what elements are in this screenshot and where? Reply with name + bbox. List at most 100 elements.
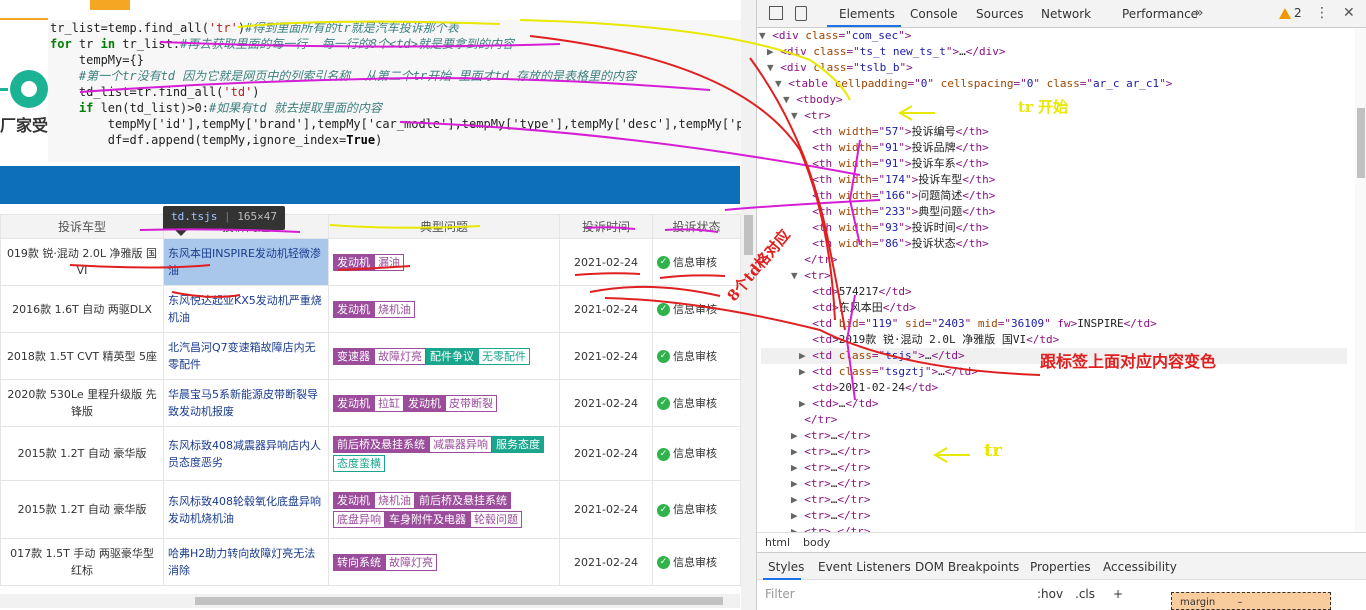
dom-node[interactable]: <td bid="119" sid="2403" mid="36109" fw>… — [799, 316, 1156, 332]
crumb-html[interactable]: html — [765, 536, 790, 549]
dom-node[interactable]: <td>574217</td> — [799, 284, 911, 300]
tab-dom-breakpoints[interactable]: DOM Breakpoints — [915, 560, 1019, 574]
problem-tag[interactable]: 减震器异响 — [429, 435, 492, 453]
dom-node[interactable]: ▼ <table cellpadding="0" cellspacing="0"… — [775, 76, 1172, 92]
dom-node[interactable]: ▼ <tr> — [791, 268, 831, 284]
problem-tag[interactable]: 故障灯亮 — [385, 553, 437, 571]
summary-link[interactable]: 东风本田INSPIRE发动机轻微渗油 — [168, 247, 321, 277]
summary-link[interactable]: 东风悦达起亚KX5发动机严重烧机油 — [168, 294, 322, 324]
problem-tag[interactable]: 转向系统 — [333, 553, 385, 571]
dom-node[interactable]: <th width="233">典型问题</th> — [799, 204, 995, 220]
dom-node[interactable]: <td>东风本田</td> — [799, 300, 916, 316]
tab-console[interactable]: Console — [910, 7, 958, 21]
collapsed-arrow-icon[interactable]: ▶ — [791, 461, 804, 474]
table-row[interactable]: 2018款 1.5T CVT 精英型 5座 北汽昌河Q7变速箱故障店内无零配件 变速… — [0, 332, 741, 380]
problem-tag[interactable]: 发动机 — [333, 300, 374, 318]
collapsed-arrow-icon[interactable]: ▶ — [791, 525, 804, 532]
summary-link[interactable]: 哈弗H2助力转向故障灯亮无法消除 — [168, 547, 315, 577]
inspect-icon[interactable] — [769, 6, 783, 20]
problem-tag[interactable]: 烧机油 — [374, 491, 415, 509]
problem-tag[interactable]: 轮毂问题 — [470, 510, 522, 528]
problem-tag[interactable]: 发动机 — [404, 394, 445, 412]
collapsed-arrow-icon[interactable]: ▶ — [791, 429, 804, 442]
settings-icon[interactable]: ⋮ — [1315, 5, 1329, 21]
collapsed-arrow-icon[interactable]: ▶ — [799, 349, 812, 362]
dom-node[interactable]: ▼ <div class="com_sec"> — [759, 28, 911, 44]
problem-tag[interactable]: 前后桥及悬挂系统 — [333, 435, 429, 453]
table-row[interactable]: 2020款 530Le 里程升级版 先锋版 华晨宝马5系新能源皮带断裂导致发动机报… — [0, 379, 741, 427]
problem-tag[interactable]: 发动机 — [333, 491, 374, 509]
tab-accessibility[interactable]: Accessibility — [1103, 560, 1177, 574]
expanded-arrow-icon[interactable]: ▼ — [783, 93, 796, 106]
problem-tag[interactable]: 拉缸 — [374, 394, 404, 412]
warnings-badge[interactable]: 2 — [1279, 6, 1302, 20]
table-row[interactable]: 017款 1.5T 手动 两驱豪华型 红标 哈弗H2助力转向故障灯亮无法消除 转向系… — [0, 538, 741, 586]
dom-node[interactable]: <th width="91">投诉品牌</th> — [799, 140, 989, 156]
more-tabs-icon[interactable]: » — [1195, 5, 1204, 21]
problem-tag[interactable]: 配件争议 — [426, 347, 478, 365]
scroll-thumb[interactable] — [195, 597, 723, 605]
problem-tag[interactable]: 漏油 — [374, 253, 404, 271]
vertical-scrollbar[interactable] — [741, 0, 756, 610]
hov-button[interactable]: :hov — [1037, 587, 1063, 601]
dom-node[interactable]: ▶ <tr>…</tr> — [791, 476, 871, 492]
dom-node[interactable]: <th width="93">投诉时间</th> — [799, 220, 989, 236]
dom-node[interactable]: ▶ <tr>…</tr> — [791, 444, 871, 460]
scroll-thumb[interactable] — [744, 215, 753, 255]
problem-tag[interactable]: 车身附件及电器 — [385, 510, 470, 528]
dom-node[interactable]: ▶ <tr>…</tr> — [791, 492, 871, 508]
expanded-arrow-icon[interactable]: ▼ — [767, 61, 780, 74]
summary-link[interactable]: 华晨宝马5系新能源皮带断裂导致发动机报废 — [168, 388, 318, 418]
tab-properties[interactable]: Properties — [1030, 560, 1091, 574]
table-row[interactable]: 2015款 1.2T 自动 豪华版 东风标致408减震器异响店内人员态度恶劣 前后桥… — [0, 426, 741, 481]
problem-tag[interactable]: 故障灯亮 — [374, 347, 426, 365]
tab-network[interactable]: Network — [1041, 7, 1091, 21]
problem-tag[interactable]: 烧机油 — [374, 300, 415, 318]
problem-tag[interactable]: 变速器 — [333, 347, 374, 365]
collapsed-arrow-icon[interactable]: ▶ — [791, 445, 804, 458]
summary-link[interactable]: 东风标致408减震器异响店内人员态度恶劣 — [168, 439, 321, 469]
dom-node[interactable]: <th width="86">投诉状态</th> — [799, 236, 989, 252]
collapsed-arrow-icon[interactable]: ▶ — [799, 397, 812, 410]
dom-node[interactable]: ▼ <tr> — [791, 108, 831, 124]
expanded-arrow-icon[interactable]: ▼ — [775, 77, 788, 90]
summary-link[interactable]: 东风标致408轮毂氧化底盘异响发动机烧机油 — [168, 495, 321, 525]
tab-performance[interactable]: Performance — [1122, 7, 1198, 21]
dom-node[interactable]: ▼ <div class="tslb_b"> — [767, 60, 913, 76]
dom-node[interactable]: ▶ <tr>…</tr> — [791, 460, 871, 476]
scroll-thumb[interactable] — [1357, 108, 1365, 178]
dom-node[interactable]: ▶ <tr>…</tr> — [791, 428, 871, 444]
tab-styles[interactable]: Styles — [768, 560, 804, 574]
dom-node[interactable]: ▶ <td class="tsjs">…</td> — [799, 348, 965, 364]
dom-scrollbar[interactable] — [1355, 28, 1366, 532]
collapsed-arrow-icon[interactable]: ▶ — [791, 477, 804, 490]
problem-tag[interactable]: 服务态度 — [492, 435, 544, 453]
device-toolbar-icon[interactable] — [795, 6, 807, 21]
dom-node[interactable]: <td>2021-02-24</td> — [799, 380, 938, 396]
filter-input[interactable]: Filter — [765, 587, 795, 601]
problem-tag[interactable]: 态度蛮横 — [333, 454, 385, 472]
tab-sources[interactable]: Sources — [976, 7, 1023, 21]
cls-button[interactable]: .cls — [1075, 587, 1095, 601]
collapsed-arrow-icon[interactable]: ▶ — [767, 45, 780, 58]
expanded-arrow-icon[interactable]: ▼ — [759, 29, 772, 42]
dom-node[interactable]: <th width="174">投诉车型</th> — [799, 172, 995, 188]
dom-node[interactable]: <th width="91">投诉车系</th> — [799, 156, 989, 172]
table-row[interactable]: 019款 锐·混动 2.0L 净雅版 国VI 东风本田INSPIRE发动机轻微渗油… — [0, 238, 741, 286]
dom-node[interactable]: </tr> — [791, 412, 837, 428]
dom-node[interactable]: <th width="166">问题简述</th> — [799, 188, 995, 204]
dom-node[interactable]: <th width="57">投诉编号</th> — [799, 124, 989, 140]
table-row[interactable]: 2015款 1.2T 自动 豪华版 东风标致408轮毂氧化底盘异响发动机烧机油 发动… — [0, 480, 741, 539]
dom-node[interactable]: ▶ <td>…</td> — [799, 396, 879, 412]
problem-tag[interactable]: 发动机 — [333, 253, 374, 271]
tab-elements[interactable]: Elements — [839, 7, 895, 21]
horizontal-scrollbar[interactable] — [0, 594, 740, 608]
add-rule-button[interactable]: + — [1113, 587, 1123, 601]
dom-node[interactable]: ▶ <td class="tsgztj">…</td> — [799, 364, 978, 380]
dom-node[interactable]: <td>2019款 锐·混动 2.0L 净雅版 国VI</td> — [799, 332, 1059, 348]
dom-node[interactable]: ▶ <div class="ts_t new_ts_t">…</div> — [767, 44, 1005, 60]
crumb-body[interactable]: body — [803, 536, 830, 549]
collapsed-arrow-icon[interactable]: ▶ — [799, 365, 812, 378]
dom-node[interactable]: ▼ <tbody> — [783, 92, 843, 108]
problem-tag[interactable]: 前后桥及悬挂系统 — [415, 491, 511, 509]
